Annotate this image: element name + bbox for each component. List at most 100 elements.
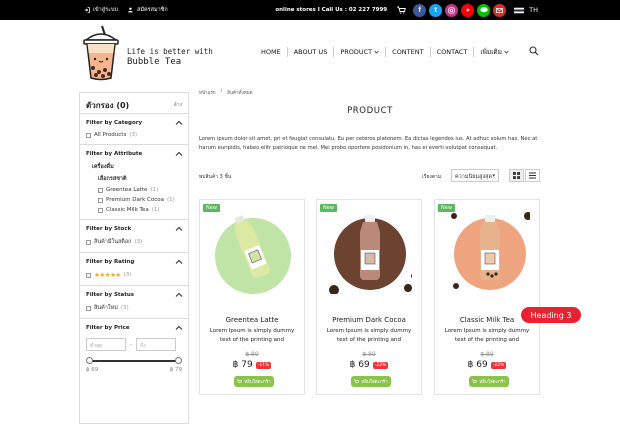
chevron-up-icon[interactable]	[175, 119, 183, 127]
option-label: Premium Dark Cocoa	[106, 197, 164, 203]
list-view-button[interactable]	[525, 169, 540, 182]
product-card[interactable]: New Premium Dark Cocoa Lorem Ipsum is si…	[316, 199, 422, 395]
old-price: ฿ 89	[480, 351, 494, 358]
price-max-input[interactable]: ถึง	[136, 338, 177, 351]
attribute-subgroup-label: เลือกรสชาติ	[98, 176, 127, 182]
checkbox[interactable]	[98, 207, 103, 213]
clear-filter-link[interactable]: ล้าง	[174, 101, 182, 109]
filter-option-5-stars[interactable]: ★★★★★ (3)	[86, 271, 182, 279]
register-label: สมัครสมาชิก	[136, 7, 168, 13]
product-card[interactable]: New Greentea Latte Lorem Ipsum is simply…	[199, 199, 305, 395]
chevron-up-icon[interactable]	[175, 150, 183, 158]
site-header: Life is better with Bubble Tea HOME ABOU…	[0, 20, 620, 86]
chevron-down-icon: ▾	[492, 173, 495, 179]
line-icon[interactable]	[477, 3, 491, 17]
add-to-cart-button[interactable]: หยิบใส่ตะกร้า	[469, 376, 509, 387]
grid-icon	[513, 172, 520, 179]
star-rating-icon: ★★★★★	[94, 271, 121, 279]
filter-option-new[interactable]: สินค้าใหม่ (3)	[86, 304, 182, 312]
nav-content[interactable]: CONTENT	[386, 48, 429, 56]
nav-about-label: ABOUT US	[293, 48, 328, 56]
attribute-group-label: เครื่องดื่ม	[92, 164, 114, 170]
option-label: สินค้าใหม่	[94, 305, 118, 311]
checkbox[interactable]	[98, 197, 103, 203]
bubble-tea-logo[interactable]	[80, 24, 122, 82]
slider-min-handle[interactable]	[86, 357, 93, 364]
filter-status-title[interactable]: Filter by Status	[86, 292, 182, 298]
price-row: ฿ 69 -22%	[317, 360, 421, 370]
breadcrumb: หน้าแรก / สินค้าทั้งหมด	[199, 89, 253, 96]
nav-contact[interactable]: CONTACT	[431, 48, 474, 56]
checkbox[interactable]	[86, 239, 91, 245]
nav-about[interactable]: ABOUT US	[288, 48, 334, 56]
search-icon[interactable]	[529, 46, 539, 58]
add-to-cart-button[interactable]: หยิบใส่ตะกร้า	[234, 376, 274, 387]
price: ฿ 79	[232, 360, 253, 370]
option-label: Greentea Latte	[106, 187, 148, 193]
nav-product[interactable]: PRODUCT	[334, 48, 385, 56]
nav-home[interactable]: HOME	[255, 48, 287, 56]
filter-price: Filter by Price ต่ำสุด - ถึง ฿ 69 ฿ 79	[80, 319, 188, 379]
price-min-value: ฿ 69	[86, 367, 99, 373]
youtube-icon[interactable]	[461, 3, 475, 17]
checkbox[interactable]	[86, 305, 91, 311]
filter-option-in-stock[interactable]: สินค้ามีในสต็อก (3)	[86, 238, 182, 246]
checkbox[interactable]	[86, 272, 91, 278]
chevron-up-icon[interactable]	[175, 291, 183, 299]
language-label[interactable]: TH	[529, 6, 538, 14]
chevron-up-icon[interactable]	[175, 258, 183, 266]
price-min-input[interactable]: ต่ำสุด	[86, 338, 126, 351]
facebook-icon[interactable]: f	[413, 3, 427, 17]
mail-icon[interactable]	[493, 3, 507, 17]
filter-stock-title[interactable]: Filter by Stock	[86, 226, 182, 232]
breadcrumb-home[interactable]: หน้าแรก	[199, 89, 216, 96]
cart-icon	[237, 379, 243, 383]
product-name[interactable]: Premium Dark Cocoa	[317, 316, 421, 324]
filter-option-all-products[interactable]: All Products (3)	[86, 132, 182, 138]
checkbox[interactable]	[86, 132, 91, 138]
filter-rating-title[interactable]: Filter by Rating	[86, 259, 182, 265]
option-count: (1)	[167, 197, 175, 203]
discount-badge: -22%	[372, 361, 389, 369]
checkbox[interactable]	[98, 187, 103, 193]
twitter-icon[interactable]: t	[429, 3, 443, 17]
register-link[interactable]: สมัครสมาชิก	[127, 6, 168, 14]
instagram-icon[interactable]	[445, 3, 459, 17]
thai-flag-icon[interactable]	[514, 6, 525, 14]
slider-max-handle[interactable]	[175, 357, 182, 364]
cart-icon[interactable]	[396, 5, 406, 15]
chevron-up-icon[interactable]	[175, 225, 183, 233]
filter-category-title[interactable]: Filter by Category	[86, 120, 182, 126]
product-name[interactable]: Greentea Latte	[200, 316, 304, 324]
price-inputs: ต่ำสุด - ถึง	[86, 338, 182, 351]
nav-more[interactable]: เพิ่มเติม	[474, 47, 515, 57]
product-image[interactable]	[328, 210, 412, 294]
filter-header: ตัวกรอง (0) ล้าง	[80, 93, 188, 114]
filter-sidebar: ตัวกรอง (0) ล้าง Filter by Category All …	[79, 92, 189, 424]
login-link[interactable]: เข้าสู่ระบบ	[84, 6, 118, 14]
slider-track	[90, 360, 178, 362]
filter-option-dark-cocoa[interactable]: Premium Dark Cocoa (1)	[98, 197, 182, 203]
product-image[interactable]	[446, 210, 530, 294]
filter-status: Filter by Status สินค้าใหม่ (3)	[80, 286, 188, 319]
option-count: (3)	[134, 239, 143, 245]
product-image[interactable]	[211, 210, 295, 294]
filter-option-greentea[interactable]: Greentea Latte (1)	[98, 187, 182, 193]
filter-option-milk-tea[interactable]: Classic Milk Tea (1)	[98, 207, 182, 213]
grid-view-button[interactable]	[509, 169, 524, 182]
old-price: ฿ 89	[362, 351, 376, 358]
chevron-up-icon[interactable]	[175, 324, 183, 332]
sort-select[interactable]: ความนิยมสูงสุด ▾	[451, 169, 499, 182]
product-card[interactable]: New Classic Milk Tea Lorem Ipsum is simp…	[434, 199, 540, 395]
nav-content-label: CONTENT	[392, 48, 424, 56]
add-to-cart-button[interactable]: หยิบใส่ตะกร้า	[351, 376, 391, 387]
option-count: (3)	[120, 305, 129, 311]
discount-badge: -22%	[490, 361, 507, 369]
heading-tag-badge: Heading 3	[521, 307, 581, 323]
filter-price-title[interactable]: Filter by Price	[86, 325, 182, 331]
price-range-slider[interactable]	[86, 356, 182, 366]
nav-product-label: PRODUCT	[340, 48, 373, 56]
add-to-cart-label: หยิบใส่ตะกร้า	[479, 380, 506, 385]
nav-home-label: HOME	[261, 48, 281, 56]
filter-attribute-title[interactable]: Filter by Attribute	[86, 151, 182, 157]
